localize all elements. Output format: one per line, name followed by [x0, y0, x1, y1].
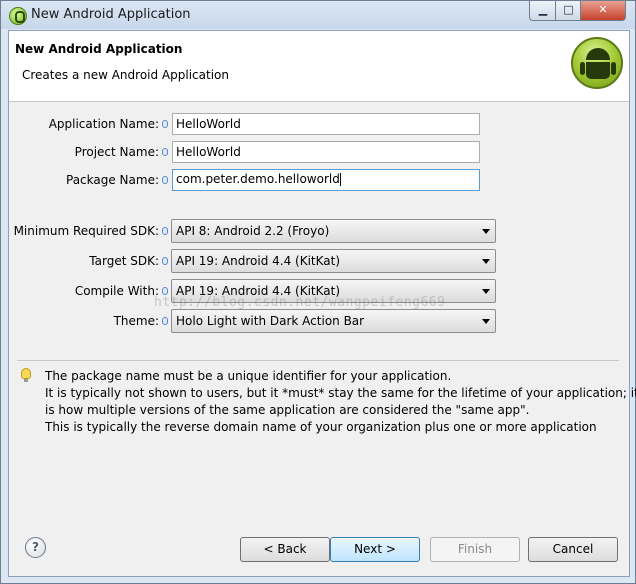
help-message-line: The package name must be a unique identi…	[45, 369, 452, 383]
text-caret	[339, 173, 341, 186]
page-description: Creates a new Android Application	[22, 68, 229, 82]
window-title: New Android Application	[31, 7, 191, 22]
info-icon	[162, 257, 168, 265]
project-name-input[interactable]	[172, 141, 480, 163]
chevron-down-icon	[482, 319, 490, 324]
min-sdk-label: Minimum Required SDK:	[13, 224, 159, 238]
package-name-label: Package Name:	[66, 173, 159, 187]
chevron-down-icon	[482, 289, 490, 294]
theme-value: Holo Light with Dark Action Bar	[176, 314, 365, 328]
cancel-button[interactable]: Cancel	[528, 537, 618, 562]
info-icon	[162, 317, 168, 325]
maximize-button[interactable]: □	[555, 1, 582, 21]
page-title: New Android Application	[15, 42, 183, 56]
next-button[interactable]: Next >	[330, 537, 420, 562]
help-message-line: is how multiple versions of the same app…	[45, 403, 530, 417]
info-icon	[162, 176, 168, 184]
wizard-header: New Android Application Creates a new An…	[9, 31, 629, 102]
target-sdk-value: API 19: Android 4.4 (KitKat)	[176, 254, 341, 268]
title-bar[interactable]: New Android Application ▁ □ ✕	[1, 1, 635, 29]
application-name-label: Application Name:	[48, 117, 159, 131]
chevron-down-icon	[482, 229, 490, 234]
target-sdk-select[interactable]: API 19: Android 4.4 (KitKat)	[171, 249, 496, 273]
close-button[interactable]: ✕	[580, 1, 626, 21]
application-name-input[interactable]	[172, 113, 480, 135]
theme-select[interactable]: Holo Light with Dark Action Bar	[171, 309, 496, 333]
chevron-down-icon	[482, 259, 490, 264]
finish-button[interactable]: Finish	[430, 537, 520, 562]
min-sdk-value: API 8: Android 2.2 (Froyo)	[176, 224, 330, 238]
theme-label: Theme:	[113, 314, 159, 328]
help-message: The package name must be a unique identi…	[45, 368, 636, 436]
lightbulb-icon	[21, 368, 31, 382]
help-icon[interactable]: ?	[25, 537, 46, 558]
dialog-body: New Android Application Creates a new An…	[8, 30, 636, 577]
info-icon	[162, 287, 168, 295]
wizard-window: New Android Application ▁ □ ✕ New Androi…	[0, 0, 636, 584]
project-name-label: Project Name:	[74, 145, 159, 159]
help-message-line: This is typically the reverse domain nam…	[45, 420, 597, 434]
divider	[17, 360, 619, 361]
package-name-value: com.peter.demo.helloworld	[176, 172, 340, 186]
watermark-text: http://blog.csdn.net/wangpeifeng669	[154, 295, 446, 310]
min-sdk-select[interactable]: API 8: Android 2.2 (Froyo)	[171, 219, 496, 243]
minimize-button[interactable]: ▁	[529, 1, 557, 21]
compile-with-label: Compile With:	[74, 284, 159, 298]
info-icon	[162, 120, 168, 128]
back-button[interactable]: < Back	[240, 537, 330, 562]
target-sdk-label: Target SDK:	[89, 254, 159, 268]
package-name-input[interactable]: com.peter.demo.helloworld	[172, 169, 480, 191]
info-icon	[162, 148, 168, 156]
android-logo-icon	[571, 37, 623, 89]
info-icon	[162, 227, 168, 235]
eclipse-app-icon	[9, 7, 27, 25]
help-message-line: It is typically not shown to users, but …	[45, 386, 636, 400]
